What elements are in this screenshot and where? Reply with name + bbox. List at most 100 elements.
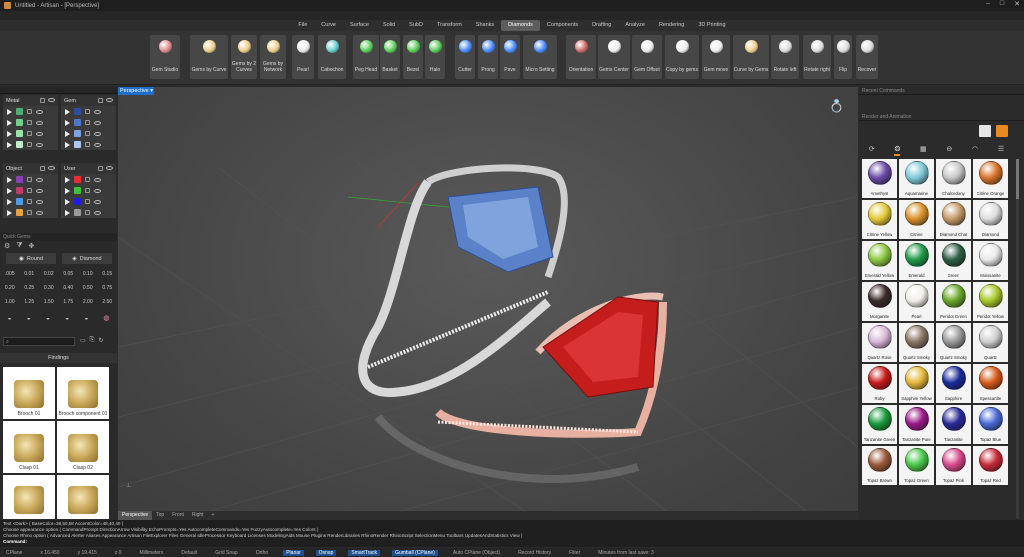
layer-color-swatch[interactable]: [16, 141, 23, 148]
tab-3d-printing[interactable]: 3D Printing: [691, 20, 732, 31]
ribbon-peg-head-button[interactable]: Peg Head: [353, 35, 379, 79]
status-item[interactable]: Ortho: [253, 550, 272, 556]
tab-rendering[interactable]: Rendering: [652, 20, 691, 31]
eye-icon[interactable]: [48, 98, 55, 102]
layer-color-swatch[interactable]: [16, 119, 23, 126]
gem-size-button[interactable]: 0.20: [0, 281, 20, 295]
layer-row[interactable]: [61, 117, 116, 128]
ribbon-gems-by-curve-button[interactable]: Gems by Curve: [190, 35, 228, 79]
tab-analyze[interactable]: Analyze: [618, 20, 652, 31]
ribbon-micro-setting-button[interactable]: Micro Setting: [523, 35, 557, 79]
gem-material-card[interactable]: Sapphire Yellow: [899, 364, 934, 403]
gem-size-button[interactable]: 0.02: [39, 267, 59, 281]
play-icon[interactable]: [7, 198, 12, 205]
tab-transform[interactable]: Transform: [430, 20, 469, 31]
layer-color-swatch[interactable]: [74, 141, 81, 148]
import-icon[interactable]: ⎘: [90, 337, 95, 344]
play-icon[interactable]: [7, 130, 12, 137]
folder-icon[interactable]: ▭: [80, 337, 86, 344]
play-icon[interactable]: [65, 108, 70, 115]
gem-material-card[interactable]: Topaz Blue: [973, 405, 1008, 444]
ribbon-cabochon-button[interactable]: Cabochon: [318, 35, 346, 79]
layer-color-swatch[interactable]: [16, 176, 23, 183]
status-item[interactable]: z 0: [112, 550, 125, 556]
eye-icon[interactable]: [36, 142, 43, 147]
gem-material-card[interactable]: Amethyst: [862, 159, 897, 198]
finding-card[interactable]: Brooch component 01: [57, 367, 109, 419]
ribbon-gem-move-button[interactable]: Gem move: [702, 35, 730, 79]
lock-icon[interactable]: [98, 98, 103, 103]
ribbon-prong-button[interactable]: Prong: [478, 35, 498, 79]
tab-components[interactable]: Components: [540, 20, 585, 31]
gem-material-card[interactable]: Tanzanite Pure: [899, 405, 934, 444]
eye-icon[interactable]: [36, 177, 43, 182]
gem-cut-icon[interactable]: ◒: [65, 315, 69, 322]
ribbon-orientation-button[interactable]: Orientation: [566, 35, 596, 79]
layer-row[interactable]: [61, 106, 116, 117]
play-icon[interactable]: [7, 187, 12, 194]
gem-material-card[interactable]: Topaz Pink: [936, 446, 971, 485]
gem-material-card[interactable]: Ruby: [862, 364, 897, 403]
layer-color-swatch[interactable]: [74, 187, 81, 194]
gem-material-card[interactable]: Green: [936, 241, 971, 280]
gem-material-card[interactable]: Morganite: [862, 282, 897, 321]
finding-card[interactable]: Clasp 02: [57, 421, 109, 473]
layer-row[interactable]: [61, 185, 116, 196]
status-item[interactable]: CPlane: [3, 550, 25, 556]
gem-size-button[interactable]: 0.25: [20, 281, 40, 295]
color-wheel-icon[interactable]: ◍: [103, 314, 109, 322]
play-icon[interactable]: [65, 187, 70, 194]
metal-tab-icon[interactable]: ⟳: [869, 145, 875, 156]
finding-card[interactable]: [57, 475, 109, 519]
ribbon-gem-offset-button[interactable]: Gem Offset: [632, 35, 662, 79]
eye-icon[interactable]: [36, 120, 43, 125]
tab-solid[interactable]: Solid: [376, 20, 402, 31]
layer-color-swatch[interactable]: [74, 209, 81, 216]
lock-icon[interactable]: [85, 109, 90, 114]
gem-size-button[interactable]: 0.05: [59, 267, 79, 281]
eye-icon[interactable]: [94, 210, 101, 215]
layer-row[interactable]: [3, 174, 58, 185]
play-icon[interactable]: [7, 119, 12, 126]
tab-shanks[interactable]: Shanks: [469, 20, 501, 31]
gem-size-button[interactable]: .005: [0, 267, 20, 281]
tab-diamonds[interactable]: Diamonds: [501, 20, 540, 31]
viewport-perspective[interactable]: 💍 ⊥: [118, 87, 858, 520]
tab-file[interactable]: File: [291, 20, 314, 31]
lock-icon[interactable]: [85, 188, 90, 193]
play-icon[interactable]: [65, 176, 70, 183]
layer-row[interactable]: [3, 207, 58, 218]
tab-surface[interactable]: Surface: [343, 20, 376, 31]
status-item[interactable]: Filter: [566, 550, 583, 556]
gem-material-card[interactable]: Moissanite: [973, 241, 1008, 280]
eye-icon[interactable]: [36, 210, 43, 215]
layer-color-swatch[interactable]: [74, 130, 81, 137]
gem-cut-icon[interactable]: ◒: [27, 315, 31, 322]
ribbon-halo-button[interactable]: Halo: [425, 35, 445, 79]
gem-size-button[interactable]: 0.40: [59, 281, 79, 295]
eye-icon[interactable]: [94, 131, 101, 136]
gem-material-card[interactable]: Topaz Red: [973, 446, 1008, 485]
status-item[interactable]: Minutes from last save: 3: [595, 550, 657, 556]
layer-row[interactable]: [61, 196, 116, 207]
layer-color-swatch[interactable]: [16, 198, 23, 205]
gem-cut-icon[interactable]: ◒: [84, 315, 88, 322]
command-prompt[interactable]: Command:: [3, 539, 1021, 545]
gem-material-card[interactable]: Tanzanite: [936, 405, 971, 444]
gem-size-button[interactable]: 1.25: [20, 295, 40, 309]
gem-material-card[interactable]: Quartz: [973, 323, 1008, 362]
lock-icon[interactable]: [98, 166, 103, 171]
lock-icon[interactable]: [85, 210, 90, 215]
gem-material-card[interactable]: Topaz Brown: [862, 446, 897, 485]
lock-icon[interactable]: [27, 210, 32, 215]
ring-orientation-icon[interactable]: 💍: [829, 99, 844, 115]
lock-icon[interactable]: [85, 177, 90, 182]
gem-size-button[interactable]: 0.30: [39, 281, 59, 295]
tab-subd[interactable]: SubD: [402, 20, 430, 31]
play-icon[interactable]: [7, 209, 12, 216]
finding-card[interactable]: Brooch 01: [3, 367, 55, 419]
lock-icon[interactable]: [40, 98, 45, 103]
layer-row[interactable]: [3, 139, 58, 150]
viewport-tab-perspective[interactable]: Perspective: [118, 511, 153, 520]
gem-size-button[interactable]: 2.50: [98, 295, 118, 309]
